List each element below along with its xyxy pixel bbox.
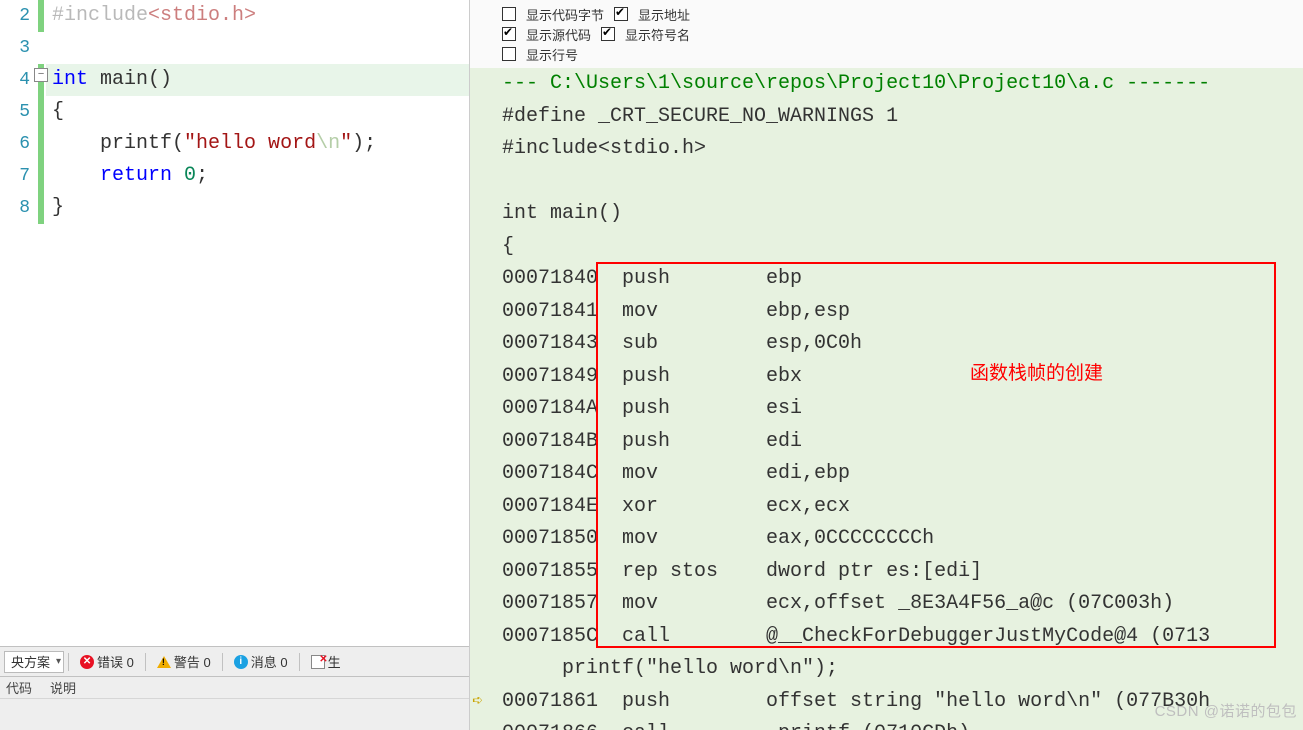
disasm-source-line: { <box>494 231 1303 264</box>
checkbox-show-bytes[interactable] <box>502 7 516 21</box>
build-icon <box>311 655 325 669</box>
disasm-source-line <box>494 166 1303 199</box>
source-editor-panel: 2 3 4 5 6 7 8 − #include<stdio.h> int ma… <box>0 0 470 730</box>
separator <box>299 653 300 671</box>
string-literal: "hello word <box>184 132 316 155</box>
error-icon: ✕ <box>80 655 94 669</box>
brace-close: } <box>46 192 469 224</box>
warnings-filter-button[interactable]: 警告 0 <box>150 651 218 673</box>
build-filter-button[interactable]: 生 <box>304 651 348 673</box>
errors-filter-button[interactable]: ✕错误 0 <box>73 651 141 673</box>
error-list-header: 代码 说明 <box>0 677 469 699</box>
disasm-source-line: printf("hello word\n"); <box>494 653 1303 686</box>
keyword-return: return <box>100 164 172 187</box>
messages-label: 消息 0 <box>251 652 288 671</box>
info-icon: i <box>234 655 248 669</box>
opt-show-addr: 显示地址 <box>638 5 690 24</box>
preproc: #include <box>52 4 148 27</box>
line-number: 7 <box>0 160 36 192</box>
line-number: 2 <box>0 0 36 32</box>
opt-show-source: 显示源代码 <box>526 25 591 44</box>
line-number: 3 <box>0 32 36 64</box>
watermark: CSDN @诺诺的包包 <box>1155 696 1297 729</box>
current-instruction-arrow: ➪ <box>472 686 483 719</box>
escape-seq: \n <box>316 132 340 155</box>
build-label: 生 <box>328 652 341 671</box>
line-number: 4 <box>0 64 36 96</box>
checkbox-show-symbols[interactable] <box>601 27 615 41</box>
opt-show-linenum: 显示行号 <box>526 45 578 64</box>
fn-main: main <box>88 68 148 91</box>
fold-toggle[interactable]: − <box>34 68 48 82</box>
code-area[interactable]: 2 3 4 5 6 7 8 − #include<stdio.h> int ma… <box>0 0 469 646</box>
line-number: 5 <box>0 96 36 128</box>
change-bar <box>36 0 46 646</box>
dropdown-label: 央方案 <box>11 652 50 671</box>
disasm-options: 显示代码字节 显示地址 显示源代码 显示符号名 显示行号 <box>470 0 1303 68</box>
separator <box>145 653 146 671</box>
errors-label: 错误 0 <box>97 652 134 671</box>
disasm-file-header: --- C:\Users\1\source\repos\Project10\Pr… <box>494 68 1303 101</box>
checkbox-show-addr[interactable] <box>614 7 628 21</box>
col-desc[interactable]: 说明 <box>50 678 76 697</box>
separator <box>222 653 223 671</box>
line-number-gutter: 2 3 4 5 6 7 8 <box>0 0 36 646</box>
disasm-body[interactable]: --- C:\Users\1\source\repos\Project10\Pr… <box>470 68 1303 730</box>
warning-icon <box>157 656 171 668</box>
separator <box>68 653 69 671</box>
disasm-source-line: int main() <box>494 198 1303 231</box>
line-number: 6 <box>0 128 36 160</box>
brace-open: { <box>46 96 469 128</box>
error-list-toolbar: 央方案 ▾ ✕错误 0 警告 0 i消息 0 生 <box>0 647 469 677</box>
col-code[interactable]: 代码 <box>6 678 32 697</box>
disassembly-panel: 显示代码字节 显示地址 显示源代码 显示符号名 显示行号 --- C:\User… <box>470 0 1303 730</box>
opt-show-bytes: 显示代码字节 <box>526 5 604 24</box>
opt-show-symbols: 显示符号名 <box>625 25 690 44</box>
annotation-box <box>596 262 1276 648</box>
parens: () <box>148 68 172 91</box>
checkbox-show-linenum[interactable] <box>502 47 516 61</box>
annotation-label: 函数栈帧的创建 <box>970 358 1103 391</box>
messages-filter-button[interactable]: i消息 0 <box>227 651 295 673</box>
error-list-panel: 央方案 ▾ ✕错误 0 警告 0 i消息 0 生 代码 说明 <box>0 646 469 730</box>
checkbox-show-source[interactable] <box>502 27 516 41</box>
solution-dropdown[interactable]: 央方案 ▾ <box>4 651 64 673</box>
fn-printf: printf <box>100 132 172 155</box>
chevron-down-icon: ▾ <box>56 656 61 667</box>
disasm-source-line: #include<stdio.h> <box>494 133 1303 166</box>
line-number: 8 <box>0 192 36 224</box>
disasm-source-line: #define _CRT_SECURE_NO_WARNINGS 1 <box>494 101 1303 134</box>
warnings-label: 警告 0 <box>174 652 211 671</box>
header-name: <stdio.h> <box>148 4 256 27</box>
keyword-int: int <box>52 68 88 91</box>
number-zero: 0 <box>184 164 196 187</box>
code-lines[interactable]: − #include<stdio.h> int main() { printf(… <box>46 0 469 646</box>
